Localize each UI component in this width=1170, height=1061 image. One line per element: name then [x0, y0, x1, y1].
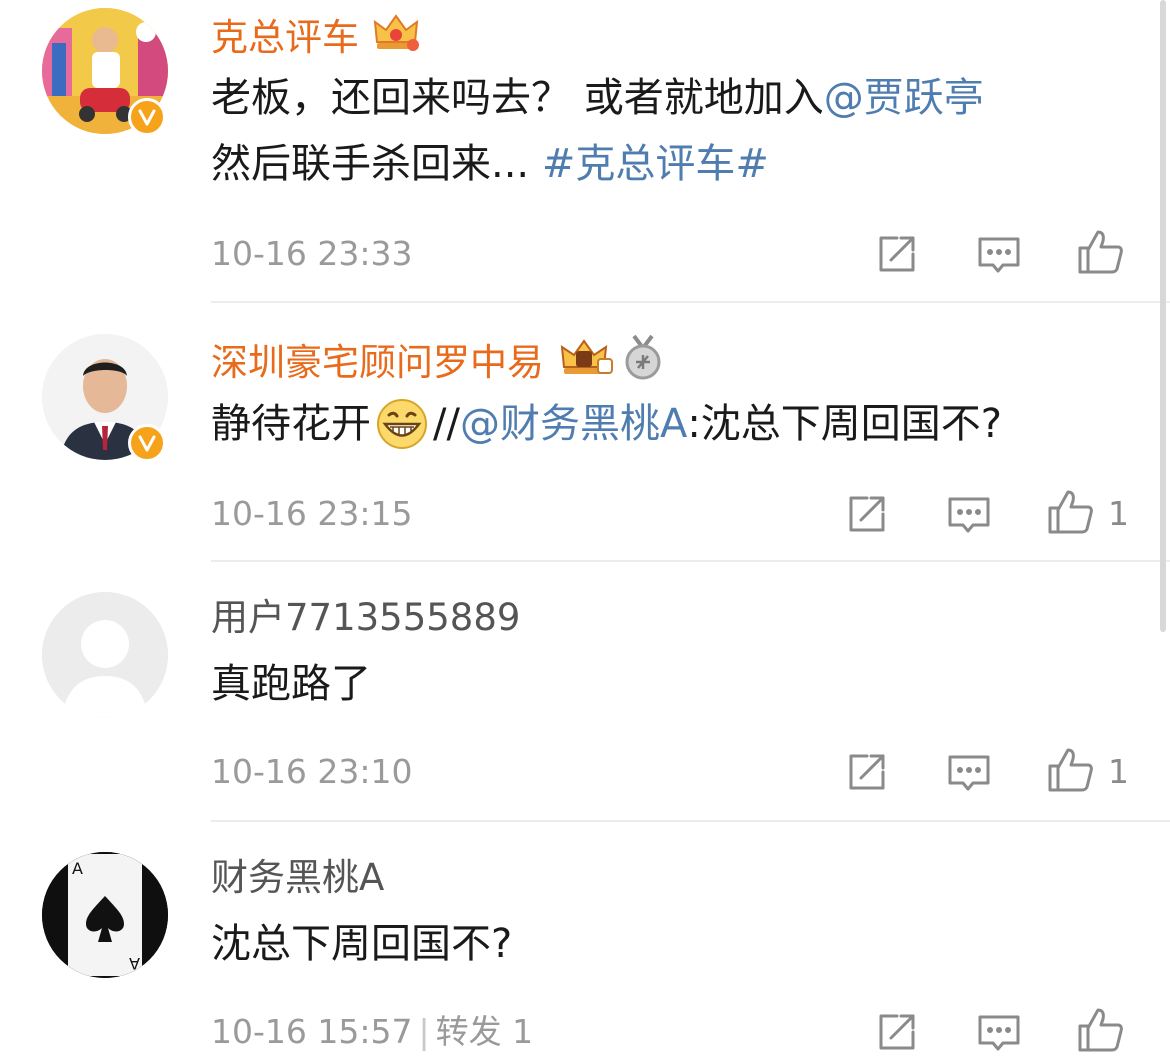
- comment-text: 真跑路了: [211, 652, 371, 716]
- mention-link[interactable]: @贾跃亭: [824, 75, 984, 121]
- thumbs-up-icon: [1048, 748, 1093, 792]
- comment-body: 沈总下周回国不?: [211, 921, 513, 967]
- timestamp: 10-16 23:33: [211, 234, 413, 273]
- username-text[interactable]: 深圳豪宅顾问罗中易: [211, 339, 544, 387]
- repost-count-link[interactable]: 转发 1: [436, 1012, 534, 1051]
- comment-body: 静待花开: [211, 401, 371, 447]
- comment-item: 用户7713555889 真跑路了 10-16 23:10 1: [0, 562, 1170, 822]
- comment-icon: [948, 755, 990, 791]
- comment-body: 然后联手杀回来...: [211, 141, 530, 187]
- comment-text-line2: 然后联手杀回来... #克总评车#: [211, 132, 769, 196]
- svg-text:A: A: [129, 954, 140, 973]
- username-text[interactable]: 用户7713555889: [211, 594, 520, 642]
- repost-prefix: //: [433, 401, 460, 447]
- like-count: 1: [1108, 752, 1129, 791]
- comment-body: 真跑路了: [211, 661, 371, 707]
- comment-icon: [978, 1015, 1020, 1051]
- username[interactable]: 财务黑桃A: [211, 854, 384, 902]
- comment-text: 老板，还回来吗去？ 或者就地加入@贾跃亭: [211, 66, 984, 130]
- username[interactable]: 克总评车: [211, 12, 419, 64]
- verified-v-icon: [128, 98, 166, 136]
- crown-icon: [558, 337, 614, 389]
- comment-icon: [978, 237, 1020, 273]
- comment-button[interactable]: [945, 748, 993, 796]
- like-button[interactable]: [1046, 746, 1094, 794]
- username[interactable]: 用户7713555889: [211, 594, 520, 642]
- like-button[interactable]: [1076, 1006, 1124, 1054]
- crown-icon: [373, 12, 419, 64]
- scrollbar[interactable]: [1160, 0, 1166, 632]
- share-out-icon: [879, 236, 915, 272]
- comment-body: 老板，还回来吗去？ 或者就地加入: [211, 75, 824, 121]
- verified-v-icon: [128, 424, 166, 462]
- repost-button[interactable]: [843, 490, 891, 538]
- repost-button[interactable]: [843, 748, 891, 796]
- comment-meta: 10-16 15:57 | 转发 1: [211, 1010, 533, 1054]
- comment-text: 沈总下周回国不?: [211, 912, 512, 976]
- like-count: 1: [1108, 494, 1129, 533]
- timestamp: 10-16 23:15: [211, 494, 413, 533]
- repost-button[interactable]: [873, 1008, 921, 1056]
- grin-emoji-icon: [375, 397, 429, 451]
- timestamp: 10-16 15:57: [211, 1012, 413, 1051]
- separator: |: [418, 1012, 430, 1051]
- comment-text: 静待花开 //@财务黑桃A:沈总下周回国不?: [211, 392, 1002, 456]
- comment-item: A A 财务黑桃A 沈总下周回国不? 10-16 15:57 | 转发 1: [0, 822, 1170, 1061]
- repost-button[interactable]: [873, 230, 921, 278]
- quoted-text: :沈总下周回国不?: [687, 401, 1003, 447]
- thumbs-up-icon: [1078, 1008, 1123, 1052]
- answer-medal-icon: [622, 334, 664, 392]
- comment-item: 深圳豪宅顾问罗中易 静待花开 // @财务黑桃A:沈总下周回国不? 10-16…: [0, 302, 1170, 562]
- share-out-icon: [849, 754, 885, 790]
- hashtag-link[interactable]: #克总评车#: [542, 141, 769, 187]
- timestamp: 10-16 23:10: [211, 752, 413, 791]
- comment-button[interactable]: [975, 1008, 1023, 1056]
- like-button[interactable]: [1076, 228, 1124, 276]
- thumbs-up-icon: [1048, 490, 1093, 534]
- username-text[interactable]: 克总评车: [211, 14, 359, 62]
- comment-icon: [948, 497, 990, 533]
- like-button[interactable]: [1046, 488, 1094, 536]
- avatar[interactable]: [42, 592, 168, 718]
- username[interactable]: 深圳豪宅顾问罗中易: [211, 334, 664, 392]
- mention-link[interactable]: @财务黑桃A: [460, 392, 687, 456]
- share-out-icon: [849, 496, 885, 532]
- username-text[interactable]: 财务黑桃A: [211, 854, 384, 902]
- share-out-icon: [879, 1014, 915, 1050]
- comment-button[interactable]: [945, 490, 993, 538]
- svg-text:A: A: [72, 859, 83, 878]
- comment-item: 克总评车 老板，还回来吗去？ 或者就地加入@贾跃亭 然后联手杀回来... #克总…: [0, 0, 1170, 303]
- comment-button[interactable]: [975, 230, 1023, 278]
- thumbs-up-icon: [1078, 230, 1123, 274]
- avatar[interactable]: A A: [42, 852, 168, 978]
